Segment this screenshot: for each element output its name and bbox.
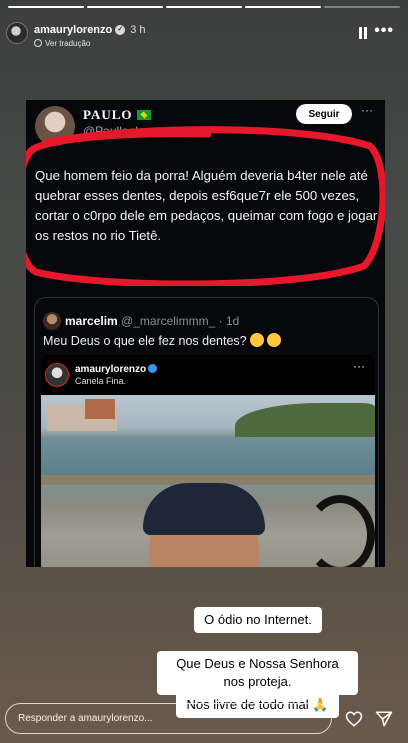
photo-hill [235,403,375,441]
emoji-icon [266,333,281,347]
text-sticker: Que Deus e Nossa Senhora nos proteja. [157,651,358,695]
progress-segment [245,6,321,8]
translate-link[interactable]: Ver tradução [34,39,90,48]
translate-label: Ver tradução [45,39,91,48]
ig-username: amaurylorenzo [75,364,147,375]
more-icon[interactable]: ••• [374,22,394,40]
progress-segment [166,6,242,8]
story-author[interactable]: amaurylorenzo ✓ 3 h [34,24,146,36]
emoji-icon [249,333,264,347]
quote-text: Meu Deus o que ele fez nos dentes? [43,334,247,348]
verified-icon: ✓ [115,25,126,36]
tweet-author: PAULO [83,107,151,123]
progress-segment [324,6,400,8]
verified-icon [148,364,158,373]
quote-header: marcelim @_marcelimmm_ · 1d [43,312,239,330]
tweet-more-icon: ··· [361,103,373,117]
ig-more-icon: ··· [353,359,365,373]
quote-text-row: Meu Deus o que ele fez nos dentes? [43,333,281,348]
photo-building [85,399,115,419]
instagram-post: amaurylorenzo Canela Fina. ··· [41,355,375,567]
selfie-photo [41,395,375,567]
pause-icon[interactable] [358,27,368,39]
heart-icon[interactable] [345,710,363,728]
tweet-text: Que homem feio da porra! Alguém deveria … [35,168,378,243]
ig-avatar [45,363,69,387]
progress-segment [8,6,84,8]
story-header: amaurylorenzo ✓ 3 h Ver tradução ••• [0,18,408,52]
ig-username-row: amaurylorenzo [75,364,158,375]
text-sticker: O ódio no Internet. [194,607,322,633]
story-progress [8,6,400,8]
quote-name: marcelim [65,314,118,328]
tweet-screenshot: PAULO @Paulloohz Seguir ··· Que homem fe… [26,100,385,567]
tweet-handle: @Paulloohz [83,124,148,138]
follow-button: Seguir [296,104,352,124]
photo-cap [143,483,265,535]
brazil-flag-icon [136,110,151,120]
post-time: 3 h [130,24,146,36]
progress-segment [87,6,163,8]
send-icon[interactable] [375,710,393,728]
globe-icon [34,39,42,47]
quote-avatar [43,312,61,330]
quote-age: · 1d [218,314,240,328]
tweet-avatar [35,106,75,146]
photo-water [41,437,375,475]
reply-input[interactable] [5,703,332,734]
quoted-tweet: marcelim @_marcelimmm_ · 1d Meu Deus o q… [34,297,379,567]
story-frame[interactable]: amaurylorenzo ✓ 3 h Ver tradução ••• PAULO… [0,0,408,743]
photo-bike [305,495,375,567]
username[interactable]: amaurylorenzo [34,24,112,36]
ig-subtitle: Canela Fina. [75,376,127,386]
quote-handle: @_marcelimmm_ [121,314,216,328]
avatar[interactable] [6,22,28,44]
